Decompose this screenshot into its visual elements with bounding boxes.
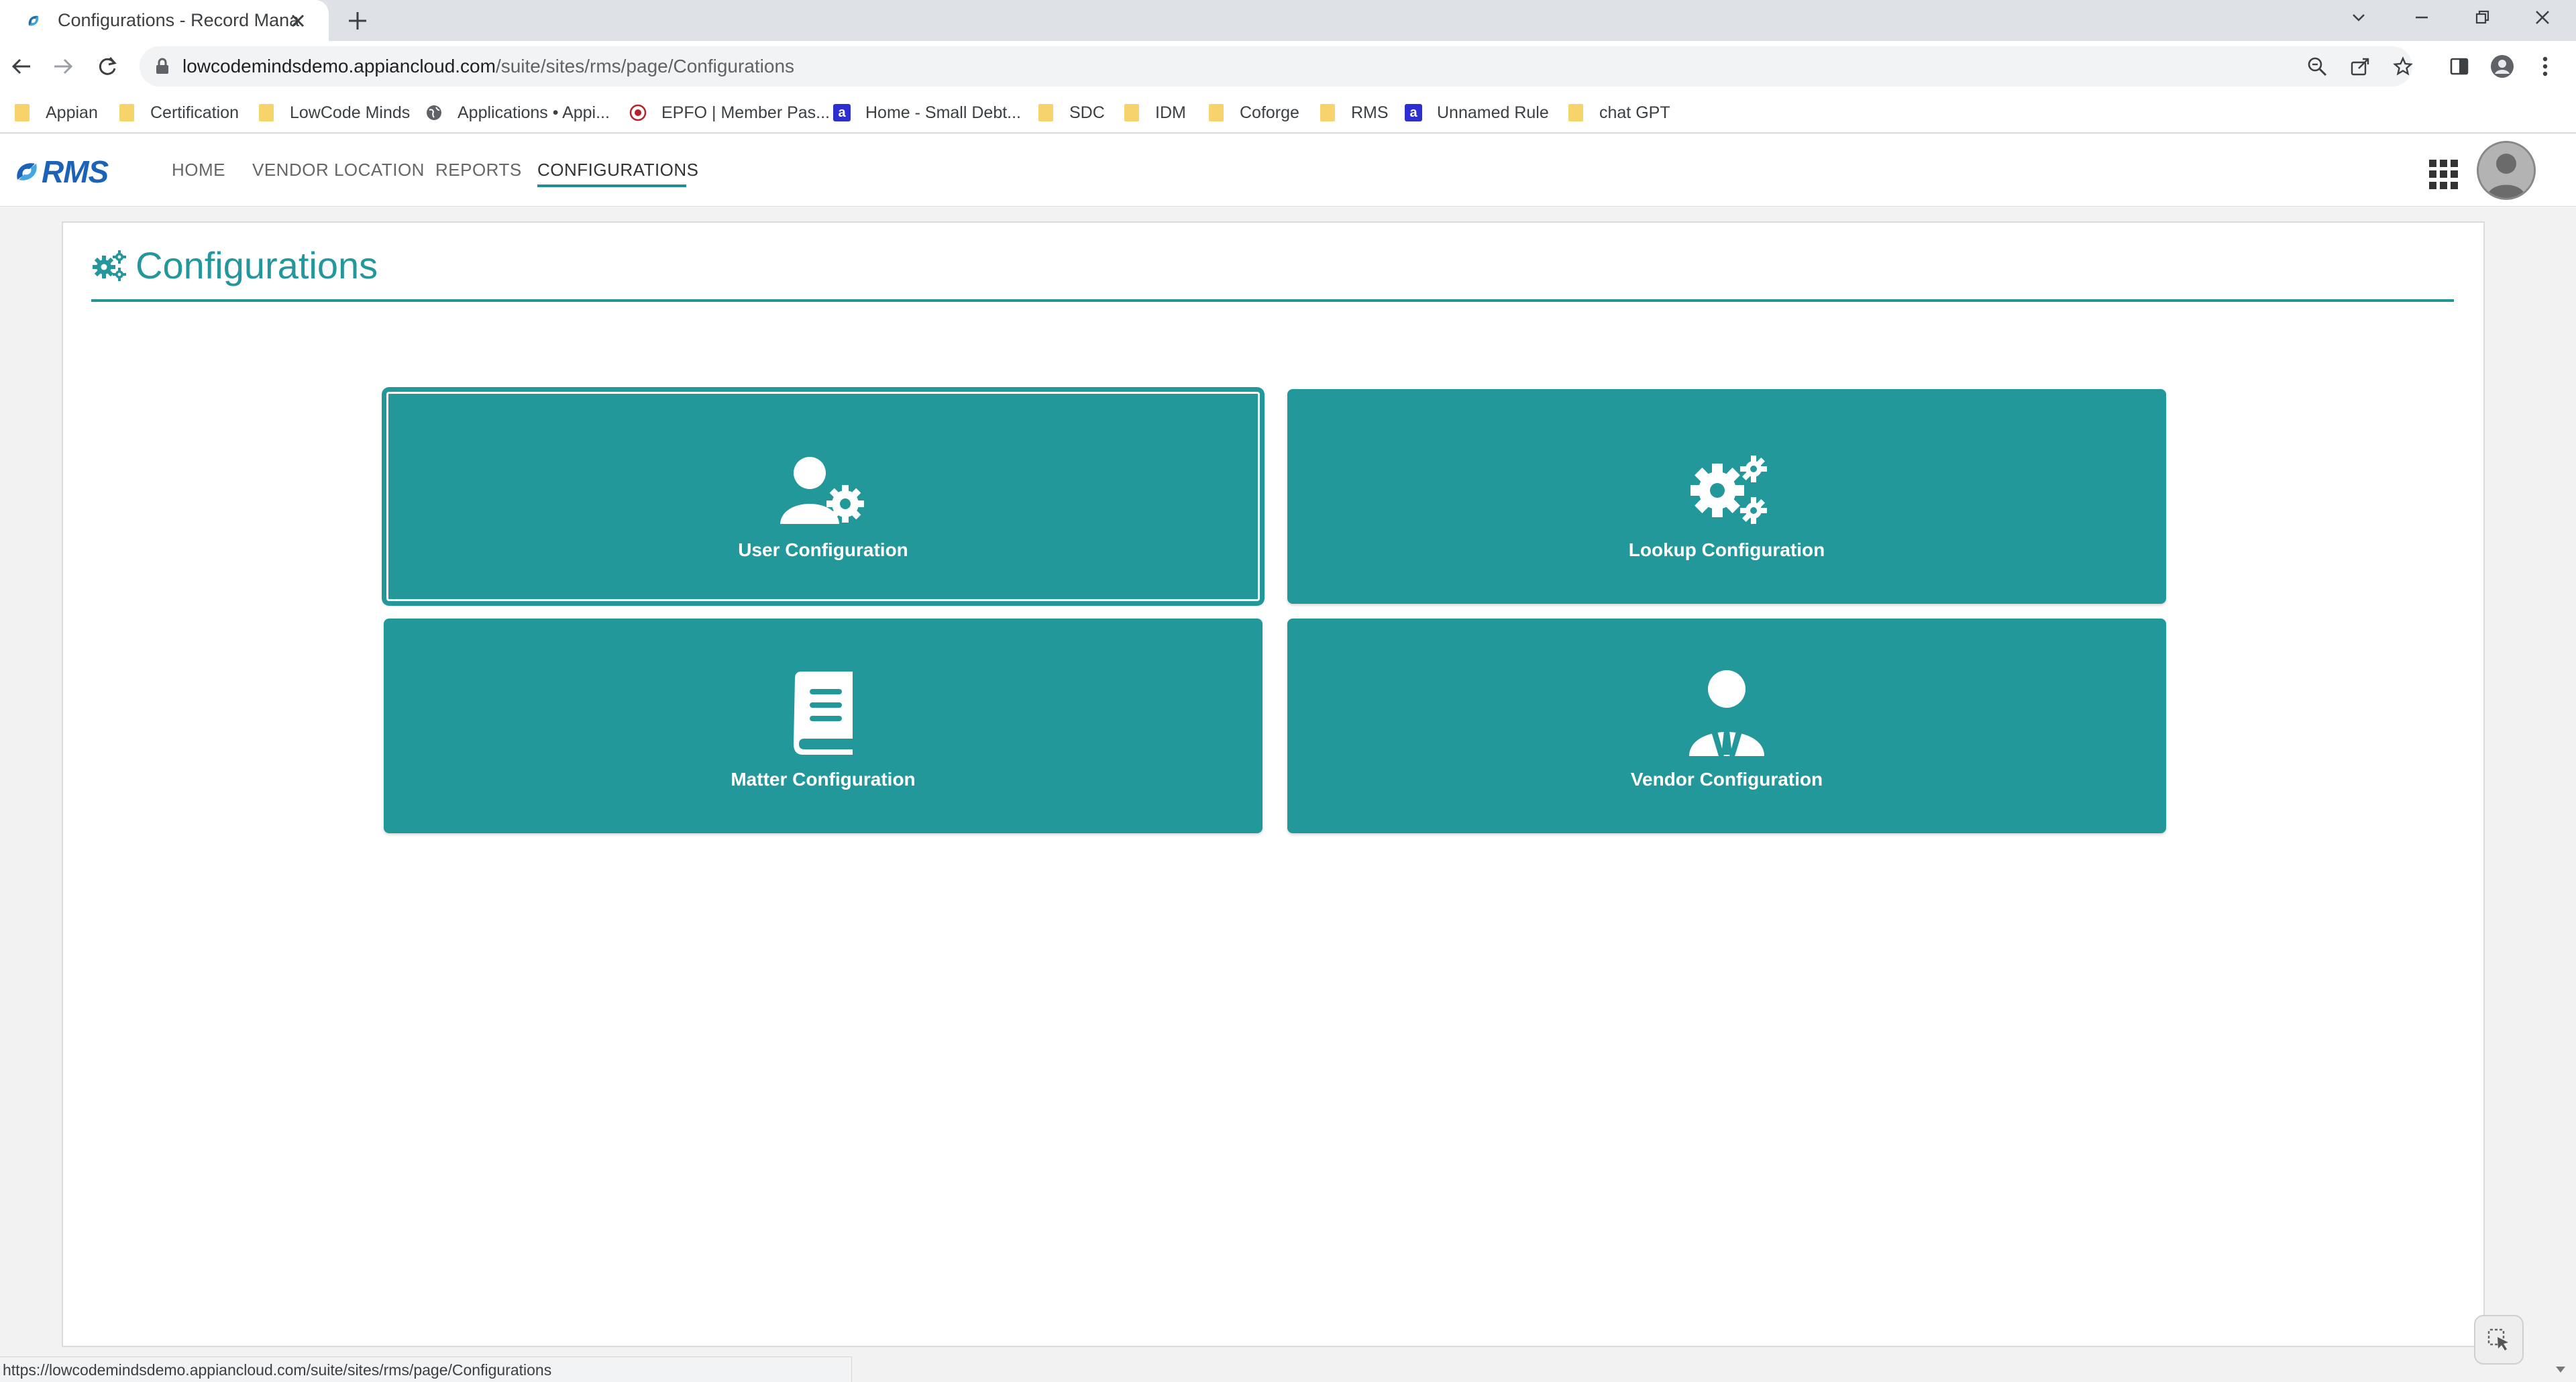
folder-icon — [258, 104, 275, 121]
share-icon[interactable] — [2347, 53, 2373, 80]
url-path: /suite/sites/rms/page/Configurations — [495, 56, 795, 76]
bookmark-label: Certification — [150, 103, 239, 122]
a-square-icon: a — [1405, 104, 1422, 121]
nav-active-underline — [537, 184, 686, 187]
bookmark-label: EPFO | Member Pas... — [661, 103, 830, 122]
minimize-icon[interactable] — [2398, 0, 2446, 35]
folder-icon — [1208, 104, 1225, 121]
folder-icon — [1037, 104, 1055, 121]
tab-search-chevron-icon[interactable] — [2334, 0, 2383, 35]
gears-icon — [1680, 449, 1774, 530]
zoom-icon[interactable] — [2304, 53, 2330, 80]
bookmark-unnamed-rule[interactable]: a Unnamed Rule — [1405, 100, 1549, 125]
tab-close-icon[interactable] — [286, 9, 310, 33]
bookmark-star-icon[interactable] — [2390, 53, 2416, 80]
appian-favicon-icon — [23, 10, 44, 32]
page-title: Configurations — [91, 240, 378, 290]
url-text: lowcodemindsdemo.appiancloud.com/suite/s… — [182, 56, 794, 77]
bookmark-appian[interactable]: Appian — [13, 100, 98, 125]
bookmark-sdc[interactable]: SDC — [1037, 100, 1105, 125]
status-bar-url: https://lowcodemindsdemo.appiancloud.com… — [0, 1357, 852, 1382]
folder-icon — [118, 104, 136, 121]
page-title-text: Configurations — [136, 244, 378, 286]
bookmark-label: Applications • Appi... — [458, 103, 610, 122]
bookmark-label: Home - Small Debt... — [865, 103, 1022, 122]
lock-icon[interactable] — [149, 53, 176, 80]
bookmark-idm[interactable]: IDM — [1123, 100, 1186, 125]
tile-label: Vendor Configuration — [1630, 769, 1823, 790]
browser-tab-active[interactable]: Configurations - Record Manage — [0, 0, 329, 41]
gears-icon — [93, 250, 126, 281]
bookmark-lowcode-minds[interactable]: LowCode Minds — [258, 100, 410, 125]
address-bar[interactable]: lowcodemindsdemo.appiancloud.com/suite/s… — [140, 46, 2413, 87]
bookmark-label: Unnamed Rule — [1437, 103, 1549, 122]
side-panel-icon[interactable] — [2443, 50, 2475, 83]
bookmark-chat-gpt[interactable]: chat GPT — [1567, 100, 1670, 125]
matter-configuration-tile[interactable]: Matter Configuration — [384, 619, 1263, 833]
restore-icon[interactable] — [2458, 0, 2506, 35]
book-icon — [776, 672, 870, 759]
bookmark-label: chat GPT — [1599, 103, 1670, 122]
bookmark-certification[interactable]: Certification — [118, 100, 239, 125]
app-launcher-grid-icon[interactable] — [2429, 160, 2459, 189]
user-avatar[interactable] — [2477, 141, 2536, 200]
bookmark-label: IDM — [1155, 103, 1186, 122]
forward-arrow-icon[interactable] — [46, 49, 80, 84]
profile-icon[interactable] — [2486, 50, 2518, 83]
rms-logo[interactable]: RMS — [12, 154, 109, 189]
bookmarks-bar: Appian Certification LowCode Minds Appli… — [0, 92, 2576, 134]
app-header: RMS HOME VENDOR LOCATION REPORTS CONFIGU… — [0, 134, 2576, 207]
back-arrow-icon[interactable] — [4, 49, 39, 84]
scroll-down-arrow-icon[interactable] — [2555, 1363, 2567, 1379]
user-tie-icon — [1680, 670, 1774, 759]
title-divider — [91, 299, 2454, 302]
user-configuration-tile[interactable]: User Configuration — [384, 389, 1263, 604]
bookmark-label: SDC — [1069, 103, 1105, 122]
nav-configurations[interactable]: CONFIGURATIONS — [537, 160, 699, 180]
lookup-configuration-tile[interactable]: Lookup Configuration — [1287, 389, 2166, 604]
bookmark-applications-appian[interactable]: Applications • Appi... — [425, 100, 610, 125]
bookmark-label: Appian — [46, 103, 98, 122]
reload-icon[interactable] — [90, 49, 125, 84]
cursor-select-icon[interactable] — [2474, 1315, 2524, 1365]
tile-label: Lookup Configuration — [1628, 539, 1825, 560]
user-silhouette-icon — [2479, 143, 2534, 198]
folder-icon — [1567, 104, 1585, 121]
globe-icon — [425, 104, 443, 121]
nav-home[interactable]: HOME — [172, 160, 225, 180]
rms-logo-mark-icon — [17, 163, 37, 180]
close-window-icon[interactable] — [2518, 0, 2567, 35]
logo-text: RMS — [42, 154, 109, 189]
more-menu-icon[interactable] — [2529, 50, 2561, 83]
bookmark-coforge[interactable]: Coforge — [1208, 100, 1299, 125]
url-host: lowcodemindsdemo.appiancloud.com — [182, 56, 496, 76]
browser-toolbar: lowcodemindsdemo.appiancloud.com/suite/s… — [0, 41, 2576, 92]
bookmark-label: Coforge — [1240, 103, 1299, 122]
user-gear-icon — [776, 449, 870, 530]
vendor-configuration-tile[interactable]: Vendor Configuration — [1287, 619, 2166, 833]
bookmark-label: RMS — [1351, 103, 1389, 122]
tab-title: Configurations - Record Manage — [58, 10, 299, 30]
nav-reports[interactable]: REPORTS — [435, 160, 522, 180]
nav-vendor-location[interactable]: VENDOR LOCATION — [252, 160, 425, 180]
configurations-card: Configurations User Configuration Lookup… — [62, 221, 2485, 1347]
a-square-icon: a — [833, 104, 851, 121]
bookmark-epfo[interactable]: EPFO | Member Pas... — [629, 100, 830, 125]
new-tab-plus-icon[interactable] — [341, 4, 374, 38]
emblem-icon — [629, 104, 647, 121]
folder-icon — [13, 104, 31, 121]
folder-icon — [1319, 104, 1336, 121]
tile-label: User Configuration — [738, 539, 908, 560]
folder-icon — [1123, 104, 1140, 121]
tile-label: Matter Configuration — [731, 769, 916, 790]
bookmark-small-debt[interactable]: a Home - Small Debt... — [833, 100, 1021, 125]
browser-tabstrip: Configurations - Record Manage — [0, 0, 2576, 41]
bookmark-label: LowCode Minds — [290, 103, 411, 122]
bookmark-rms[interactable]: RMS — [1319, 100, 1389, 125]
